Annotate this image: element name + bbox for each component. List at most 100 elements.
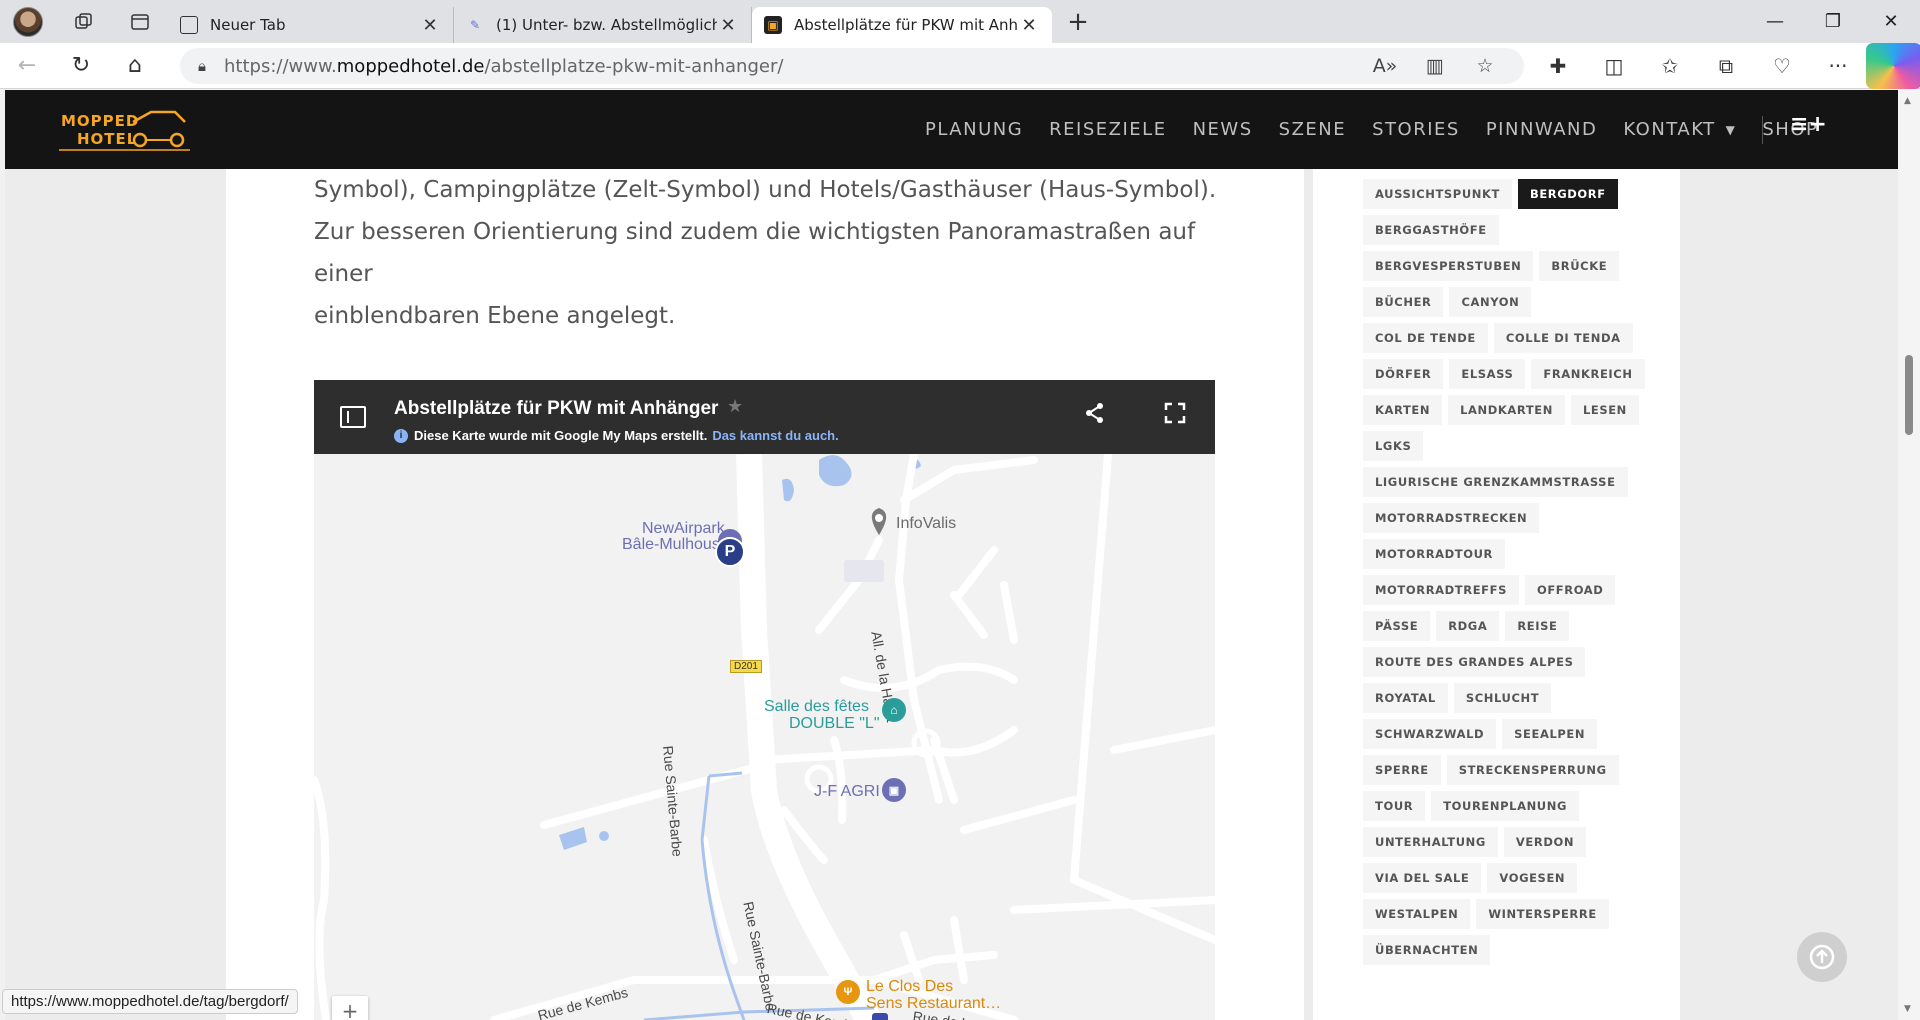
tag-link[interactable]: VERDON [1503,827,1587,857]
collections-icon[interactable]: ⧉ [1698,43,1754,89]
star-icon[interactable]: ★ [727,396,743,417]
tag-link[interactable]: STRECKENSPERRUNG [1446,755,1619,785]
new-tab-button[interactable]: + [1056,7,1100,37]
tag-link[interactable]: MOTORRADTREFFS [1363,575,1519,605]
tag-link[interactable]: PÄSSE [1363,611,1431,641]
tag-link[interactable]: LESEN [1570,395,1639,425]
tag-link[interactable]: ÜBERNACHTEN [1363,935,1491,965]
tag-link[interactable]: BERGDORF [1517,179,1618,209]
close-tab-icon[interactable]: ✕ [717,15,739,36]
tag-link[interactable]: KARTEN [1363,395,1443,425]
map-label-bale-mulhouse: Bâle-Mulhouse [622,536,729,553]
favorite-star-icon[interactable]: ☆ [1460,55,1510,77]
tag-link[interactable]: MOTORRADTOUR [1363,539,1506,569]
nav-reiseziele[interactable]: REISEZIELE [1049,119,1166,140]
parking-marker[interactable]: P [715,537,745,567]
tag-link[interactable]: WINTERSPERRE [1476,899,1609,929]
tab-facebook[interactable]: ✎ (1) Unter- bzw. Abstellmöglichkeit ✕ [454,7,752,43]
read-aloud-icon[interactable]: A» [1360,55,1410,77]
tag-link[interactable]: SCHLUCHT [1453,683,1552,713]
home-icon[interactable]: ⌂ [108,43,162,89]
close-tab-icon[interactable]: ✕ [419,15,441,36]
tag-link[interactable]: WESTALPEN [1363,899,1471,929]
tag-link[interactable]: OFFROAD [1524,575,1616,605]
fullscreen-icon[interactable] [1164,402,1186,430]
tab-actions-icon[interactable] [112,0,168,43]
zoom-in-button[interactable]: + [332,996,368,1020]
page-scrollbar[interactable]: ▲ ▼ [1898,90,1920,1020]
nav-szene[interactable]: SZENE [1279,119,1346,140]
tag-link[interactable]: UNTERHALTUNG [1363,827,1498,857]
split-screen-icon[interactable]: ◫ [1586,43,1642,89]
shopping-icon[interactable]: ▣ [882,778,906,802]
tag-link[interactable]: VOGESEN [1487,863,1578,893]
map-subtitle: i Diese Karte wurde mit Google My Maps e… [394,428,839,443]
tag-link[interactable]: BRÜCKE [1539,251,1620,281]
reload-icon[interactable]: ↻ [54,43,108,89]
tag-link[interactable]: SCHWARZWALD [1363,719,1497,749]
tag-link[interactable]: ELSASS [1449,359,1526,389]
tag-link[interactable]: DÖRFER [1363,359,1444,389]
tag-link[interactable]: SEEALPEN [1502,719,1598,749]
tag-link[interactable]: BERGGASTHÖFE [1363,215,1499,245]
tag-link[interactable]: BERGVESPERSTUBEN [1363,251,1534,281]
tag-link[interactable]: TOURENPLANUNG [1431,791,1579,821]
tag-link[interactable]: SPERRE [1363,755,1441,785]
share-icon[interactable] [1084,402,1106,430]
scroll-down-icon[interactable]: ▼ [1904,1004,1911,1014]
tag-link[interactable]: LGKS [1363,431,1424,461]
tag-link[interactable]: BÜCHER [1363,287,1444,317]
tag-link[interactable]: CANYON [1449,287,1532,317]
browser-essentials-icon[interactable]: ♡ [1754,43,1810,89]
nav-news[interactable]: NEWS [1193,119,1253,140]
tag-link[interactable]: LIGURISCHE GRENZKAMMSTRASSE [1363,467,1628,497]
minimize-icon[interactable]: — [1746,0,1804,43]
address-bar[interactable]: 🔒︎ https://www.moppedhotel.de/abstellpla… [180,48,1524,84]
scroll-to-top-button[interactable] [1797,932,1847,982]
tag-link[interactable]: LANDKARTEN [1448,395,1565,425]
tag-link[interactable]: MOTORRADSTRECKEN [1363,503,1540,533]
tag-link[interactable]: AUSSICHTSPUNKT [1363,179,1512,209]
tag-link[interactable]: FRANKREICH [1531,359,1645,389]
tag-link[interactable]: COLLE DI TENDA [1493,323,1633,353]
restaurant-icon[interactable]: Ψ [836,980,860,1004]
tag-link[interactable]: ROUTE DES GRANDES ALPES [1363,647,1586,677]
immersive-reader-icon[interactable]: ▥ [1410,55,1460,77]
scrollbar-thumb[interactable] [1905,355,1913,435]
restore-icon[interactable]: ❐ [1804,0,1862,43]
tag-link[interactable]: COL DE TENDE [1363,323,1488,353]
site-logo[interactable]: MOPPED HOTEL [55,106,190,154]
copilot-icon[interactable] [1866,43,1920,89]
nav-stories[interactable]: STORIES [1372,119,1460,140]
close-tab-icon[interactable]: ✕ [1018,15,1040,36]
profile-button[interactable] [0,0,56,43]
scroll-up-icon[interactable]: ▲ [1904,96,1911,106]
tag-link[interactable]: VIA DEL SALE [1363,863,1482,893]
bus-stop-icon[interactable]: ▪ [872,1013,888,1020]
favorites-icon[interactable]: ✩ [1642,43,1698,89]
map-legend-toggle-icon[interactable] [340,406,366,428]
sidebar: AUSSICHTSPUNKT BERGDORF BERGGASTHÖFE BERGVE… [1313,169,1680,1020]
extensions-icon[interactable]: ✚ [1530,43,1586,89]
road-shield-d201: D201 [730,660,762,673]
tag-link[interactable]: ROYATAL [1363,683,1448,713]
my-maps-link[interactable]: Das kannst du auch. [712,428,838,443]
nav-planung[interactable]: PLANUNG [925,119,1023,140]
venue-icon[interactable]: ⌂ [882,698,906,722]
lock-icon[interactable]: 🔒︎ [180,57,224,75]
nav-kontakt[interactable]: KONTAKT ▼ [1623,119,1736,140]
workspaces-icon[interactable] [56,0,112,43]
tag-link[interactable]: RDGA [1436,611,1500,641]
offcanvas-menu-icon[interactable]: ≡+ [1790,112,1827,137]
tab-neuer-tab[interactable]: Neuer Tab ✕ [168,7,454,43]
avatar [13,6,43,37]
main-nav: PLANUNG REISEZIELE NEWS SZENE STORIES PI… [925,90,1844,169]
close-window-icon[interactable]: ✕ [1862,0,1920,43]
nav-pinnwand[interactable]: PINNWAND [1486,119,1598,140]
embedded-google-map[interactable]: P P NewAirpark Bâle-Mulhouse InfoValis A… [314,380,1215,1020]
back-icon[interactable]: ← [0,43,54,89]
tag-link[interactable]: REISE [1505,611,1570,641]
more-menu-icon[interactable]: ··· [1810,43,1866,89]
tab-abstellplaetze[interactable]: ▣ Abstellplätze für PKW mit Anhänger ✕ [752,7,1052,43]
tag-link[interactable]: TOUR [1363,791,1426,821]
